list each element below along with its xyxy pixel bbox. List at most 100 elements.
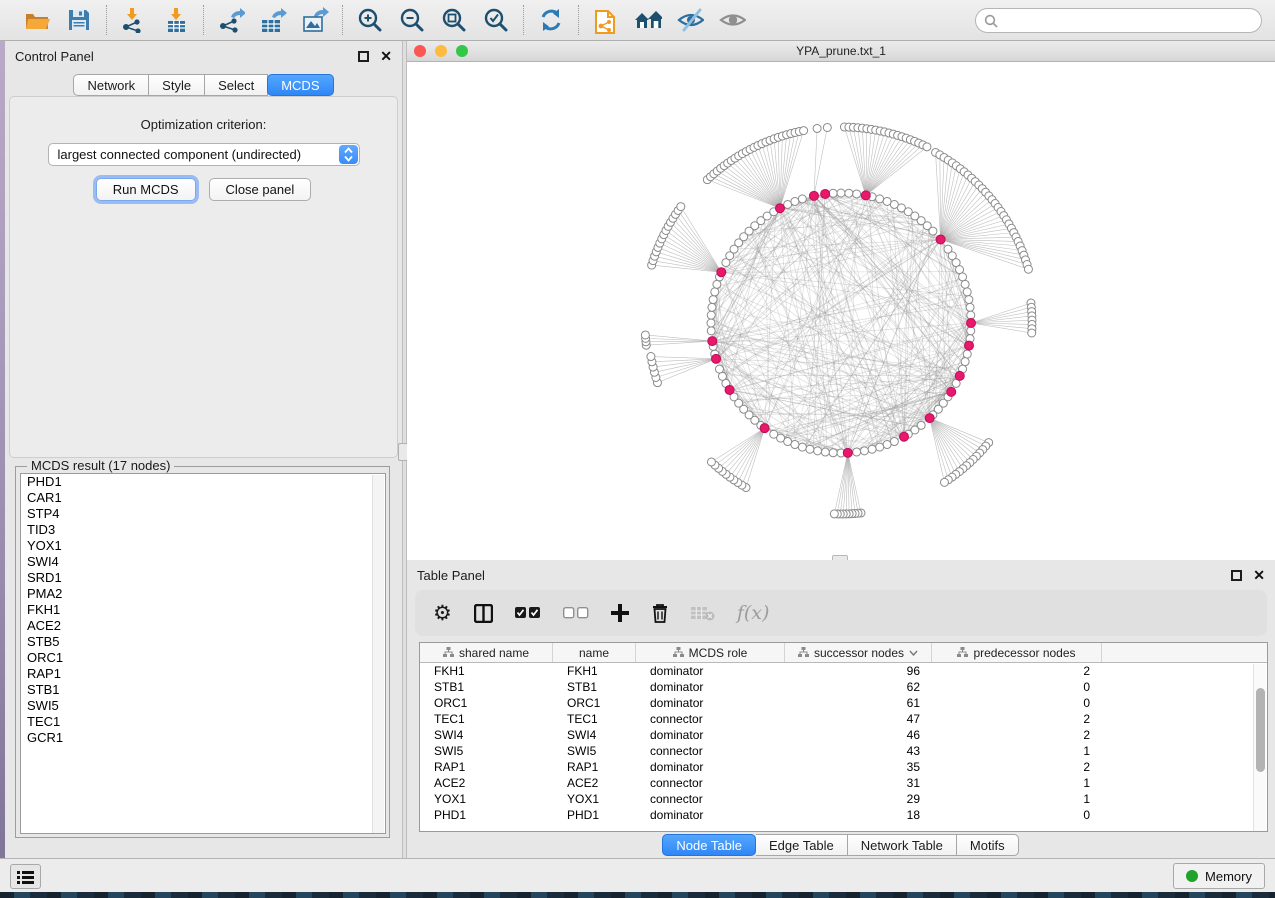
float-panel-icon[interactable]	[1231, 570, 1242, 581]
mcds-hub-node[interactable]	[947, 387, 956, 396]
table-scrollbar-thumb[interactable]	[1256, 688, 1265, 772]
ring-node[interactable]	[845, 189, 853, 197]
delete-column-trash-icon[interactable]	[651, 598, 669, 628]
ring-node[interactable]	[837, 189, 845, 197]
ring-node[interactable]	[708, 303, 716, 311]
table-row[interactable]: PHD1PHD1dominator180	[420, 807, 1267, 823]
list-scrollbar[interactable]	[372, 475, 384, 834]
mcds-hub-node[interactable]	[760, 424, 769, 433]
search-box[interactable]	[975, 8, 1262, 33]
table-row[interactable]: RAP1RAP1dominator352	[420, 759, 1267, 775]
ring-node[interactable]	[829, 449, 837, 457]
mcds-result-item[interactable]: CAR1	[21, 490, 385, 506]
tab-style[interactable]: Style	[149, 74, 205, 96]
mcds-result-list[interactable]: PHD1CAR1STP4TID3YOX1SWI4SRD1PMA2FKH1ACE2…	[20, 473, 386, 834]
mcds-hub-node[interactable]	[965, 341, 974, 350]
tab-edge-table[interactable]: Edge Table	[756, 834, 848, 856]
hide-eye-icon[interactable]	[676, 6, 704, 34]
run-mcds-button[interactable]: Run MCDS	[96, 178, 196, 201]
mcds-hub-node[interactable]	[955, 371, 964, 380]
ring-node[interactable]	[967, 311, 975, 319]
network-canvas[interactable]	[407, 62, 1275, 559]
ring-node[interactable]	[707, 311, 715, 319]
ring-node[interactable]	[709, 296, 717, 304]
leaf-node[interactable]	[707, 458, 715, 466]
export-network-icon[interactable]	[217, 6, 245, 34]
ring-node[interactable]	[929, 227, 937, 235]
ring-node[interactable]	[798, 195, 806, 203]
close-panel-icon[interactable]: ✕	[380, 51, 392, 62]
deselect-all-icon[interactable]	[563, 598, 589, 628]
ring-node[interactable]	[707, 319, 715, 327]
mcds-result-item[interactable]: SWI5	[21, 698, 385, 714]
leaf-node[interactable]	[940, 478, 948, 486]
ring-node[interactable]	[853, 448, 861, 456]
ring-node[interactable]	[876, 195, 884, 203]
ring-node[interactable]	[883, 441, 891, 449]
zoom-in-icon[interactable]	[356, 6, 384, 34]
open-session-icon[interactable]	[23, 6, 51, 34]
column-header-name[interactable]: name	[553, 643, 636, 662]
ring-node[interactable]	[715, 365, 723, 373]
mcds-hub-node[interactable]	[967, 319, 976, 328]
mcds-result-item[interactable]: YOX1	[21, 538, 385, 554]
ring-node[interactable]	[770, 430, 778, 438]
ring-node[interactable]	[791, 197, 799, 205]
mcds-hub-node[interactable]	[900, 432, 909, 441]
zoom-selected-icon[interactable]	[482, 6, 510, 34]
mcds-result-item[interactable]: TID3	[21, 522, 385, 538]
task-history-button[interactable]	[10, 864, 41, 889]
leaf-node[interactable]	[1028, 329, 1036, 337]
ring-node[interactable]	[967, 327, 975, 335]
mcds-result-item[interactable]: FKH1	[21, 602, 385, 618]
mcds-hub-node[interactable]	[809, 191, 818, 200]
mcds-hub-node[interactable]	[821, 189, 830, 198]
ring-node[interactable]	[961, 280, 969, 288]
mcds-result-item[interactable]: STB5	[21, 634, 385, 650]
tab-network[interactable]: Network	[73, 74, 149, 96]
minimize-traffic-light[interactable]	[435, 45, 447, 57]
mcds-hub-node[interactable]	[925, 414, 934, 423]
refresh-icon[interactable]	[537, 6, 565, 34]
mcds-result-item[interactable]: RAP1	[21, 666, 385, 682]
leaf-node[interactable]	[677, 203, 685, 211]
ring-node[interactable]	[966, 303, 974, 311]
save-session-icon[interactable]	[65, 6, 93, 34]
delete-table-icon[interactable]	[691, 598, 715, 628]
column-header-MCDS-role[interactable]: MCDS role	[636, 643, 785, 662]
ring-node[interactable]	[814, 447, 822, 455]
table-row[interactable]: SWI4SWI4dominator462	[420, 727, 1267, 743]
mcds-result-item[interactable]: STP4	[21, 506, 385, 522]
leaf-node[interactable]	[923, 143, 931, 151]
ring-node[interactable]	[963, 350, 971, 358]
mcds-hub-node[interactable]	[725, 385, 734, 394]
table-row[interactable]: STB1STB1dominator620	[420, 679, 1267, 695]
tab-select[interactable]: Select	[205, 74, 268, 96]
mcds-hub-node[interactable]	[843, 448, 852, 457]
mcds-result-item[interactable]: GCR1	[21, 730, 385, 746]
mcds-result-item[interactable]: STB1	[21, 682, 385, 698]
mcds-hub-node[interactable]	[712, 354, 721, 363]
ring-node[interactable]	[806, 445, 814, 453]
import-network-icon[interactable]	[120, 6, 148, 34]
show-eye-icon[interactable]	[718, 6, 746, 34]
mcds-result-item[interactable]: SWI4	[21, 554, 385, 570]
ring-node[interactable]	[959, 273, 967, 281]
leaf-node[interactable]	[647, 353, 655, 361]
float-panel-icon[interactable]	[358, 51, 369, 62]
ring-node[interactable]	[860, 447, 868, 455]
table-row[interactable]: ORC1ORC1dominator610	[420, 695, 1267, 711]
ring-node[interactable]	[713, 280, 721, 288]
network-graph[interactable]	[407, 62, 1275, 559]
table-row[interactable]: YOX1YOX1connector291	[420, 791, 1267, 807]
ring-node[interactable]	[829, 189, 837, 197]
mcds-hub-node[interactable]	[861, 191, 870, 200]
ring-node[interactable]	[853, 190, 861, 198]
column-header-predecessor-nodes[interactable]: predecessor nodes	[932, 643, 1102, 662]
zoom-fit-icon[interactable]	[440, 6, 468, 34]
leaf-node[interactable]	[800, 127, 808, 135]
mcds-result-item[interactable]: ORC1	[21, 650, 385, 666]
mcds-hub-node[interactable]	[775, 204, 784, 213]
ring-node[interactable]	[707, 327, 715, 335]
leaf-node[interactable]	[1024, 265, 1032, 273]
